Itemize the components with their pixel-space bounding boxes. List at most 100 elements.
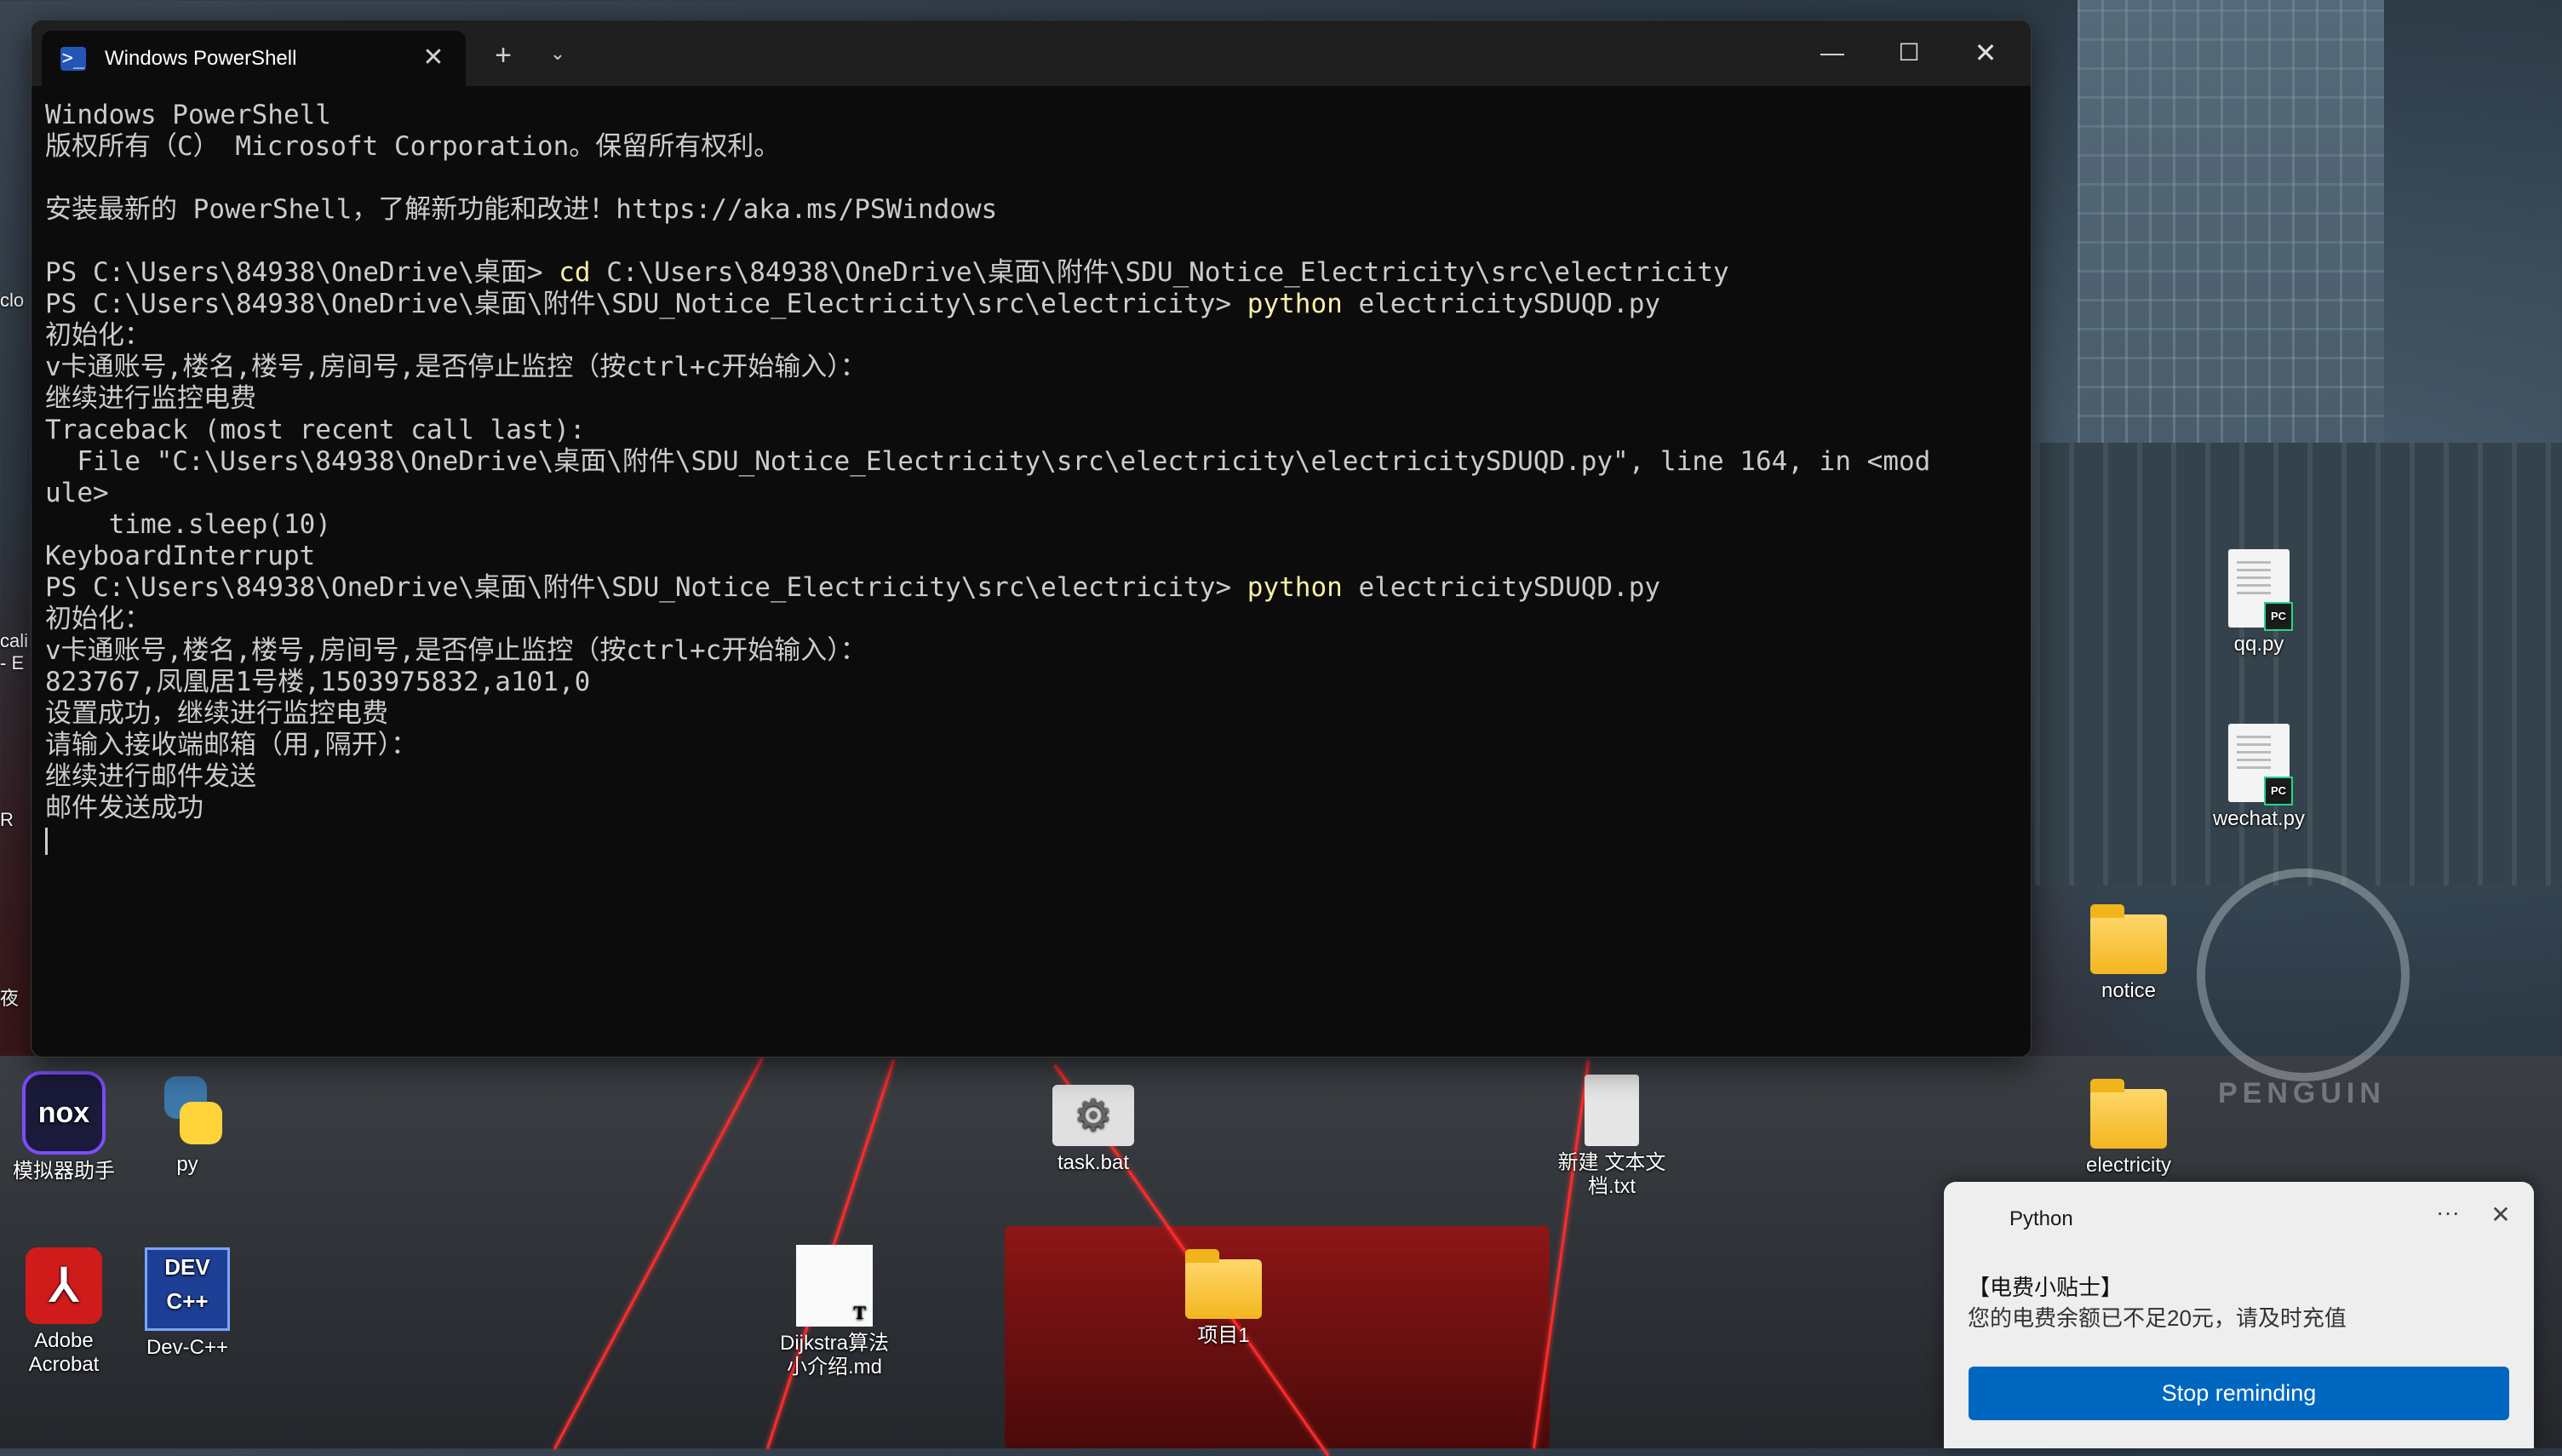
maximize-icon[interactable]: ☐ <box>1883 36 1934 70</box>
icon-label: wechat.py <box>2212 807 2306 830</box>
console-text: File "C:\Users\84938\OneDrive\桌面\附件\SDU_… <box>45 446 1931 477</box>
desktop-icon-notice[interactable]: notice <box>2065 903 2192 1003</box>
title-bar[interactable]: >_ Windows PowerShell ✕ + ⌄ — ☐ ✕ <box>32 20 2031 86</box>
console-text: electricitySDUQD.py <box>1342 289 1661 319</box>
chevron-down-icon[interactable]: ⌄ <box>541 43 575 65</box>
console-line: 设置成功，继续进行监控电费 <box>45 698 2031 730</box>
console-line: KeyboardInterrupt <box>45 541 2031 572</box>
icon-label: py <box>176 1153 198 1176</box>
console-line: 继续进行监控电费 <box>45 383 2031 415</box>
console-text: 继续进行邮件发送 <box>45 761 256 792</box>
text-file-icon <box>1585 1075 1639 1146</box>
icon-label: 新建 文本文 档.txt <box>1557 1151 1666 1198</box>
console-text: 安装最新的 PowerShell，了解新功能和改进！https://aka.ms… <box>45 194 998 225</box>
console-text: ule> <box>45 478 109 508</box>
console-command: python <box>1247 289 1343 319</box>
icon-label: Dijkstra算法 小介绍.md <box>779 1332 889 1379</box>
acrobat-icon: ⅄ <box>26 1247 102 1324</box>
desktop-icon-task-bat[interactable]: ⚙ task.bat <box>1029 1073 1157 1175</box>
python-file-icon: PC <box>2228 549 2293 631</box>
console-text: Windows PowerShell <box>45 100 331 130</box>
console-line: 初始化： <box>45 320 2031 352</box>
python-notification-toast[interactable]: Python ··· ✕ 【电费小贴士】 您的电费余额已不足20元，请及时充值 … <box>1944 1182 2534 1448</box>
desktop-icon-project1[interactable]: 项目1 <box>1160 1247 1287 1348</box>
python-file-icon: PC <box>2228 724 2293 805</box>
console-line: Windows PowerShell <box>45 100 2031 131</box>
console-line: time.sleep(10) <box>45 509 2031 541</box>
desktop-icon-adobe-acrobat[interactable]: ⅄ Adobe Acrobat <box>0 1247 128 1377</box>
close-tab-icon[interactable]: ✕ <box>418 43 449 72</box>
stop-reminding-button[interactable]: Stop reminding <box>1969 1367 2509 1420</box>
console-text: C:\Users\84938\OneDrive\桌面\附件\SDU_Notice… <box>590 257 1729 288</box>
tab-powershell[interactable]: >_ Windows PowerShell ✕ <box>42 31 466 86</box>
folder-icon <box>1185 1249 1262 1319</box>
desktop-icon-electricity[interactable]: electricity <box>2065 1077 2192 1178</box>
desktop-icon-dijkstra-md[interactable]: T Dijkstra算法 小介绍.md <box>771 1245 898 1379</box>
console-line: PS C:\Users\84938\OneDrive\桌面\附件\SDU_Not… <box>45 289 2031 320</box>
tab-title: Windows PowerShell <box>105 46 297 70</box>
console-text: Traceback (most recent call last): <box>45 415 586 445</box>
new-tab-plus-icon[interactable]: + <box>486 39 520 72</box>
text-cursor <box>45 827 48 855</box>
toast-title: 【电费小贴士】 <box>1968 1275 2124 1300</box>
console-line: PS C:\Users\84938\OneDrive\桌面> cd C:\Use… <box>45 257 2031 289</box>
desktop-icon-py[interactable]: py <box>123 1071 251 1177</box>
folder-icon <box>2090 904 2167 974</box>
wallpaper-penguin-text: PENGUIN <box>2218 1077 2386 1109</box>
wallpaper-laser <box>553 1057 764 1450</box>
console-line: 823767,凤凰居1号楼,1503975832,a101,0 <box>45 667 2031 698</box>
wallpaper-penguin-logo <box>2197 868 2410 1081</box>
console-line: 安装最新的 PowerShell，了解新功能和改进！https://aka.ms… <box>45 194 2031 226</box>
powershell-window[interactable]: >_ Windows PowerShell ✕ + ⌄ — ☐ ✕ Window… <box>31 20 2032 1058</box>
console-text: v卡通账号,楼名,楼号,房间号,是否停止监控（按ctrl+c开始输入）： <box>45 635 867 666</box>
console-text: time.sleep(10) <box>45 509 331 540</box>
icon-label: qq.py <box>2233 633 2284 656</box>
console-line: ule> <box>45 478 2031 509</box>
devcpp-icon: DEV C++ <box>145 1247 230 1331</box>
console-line: PS C:\Users\84938\OneDrive\桌面\附件\SDU_Not… <box>45 572 2031 604</box>
icon-label: 模拟器助手 <box>13 1160 115 1183</box>
edge-icon-label[interactable]: 夜 <box>0 983 19 1011</box>
more-options-icon[interactable]: ··· <box>2431 1199 2465 1226</box>
console-line: 邮件发送成功 <box>45 793 2031 824</box>
desktop-icon-devcpp[interactable]: DEV C++ Dev-C++ <box>123 1247 251 1360</box>
icon-label: notice <box>2101 979 2157 1002</box>
icon-label: task.bat <box>1057 1151 1130 1174</box>
desktop-icon-qq-py[interactable]: PC qq.py <box>2195 549 2323 656</box>
folder-icon <box>2090 1079 2167 1149</box>
console-output[interactable]: Windows PowerShell 版权所有（C） Microsoft Corp… <box>32 86 2031 856</box>
minimize-icon[interactable]: — <box>1807 36 1858 70</box>
icon-label: Dev-C++ <box>146 1336 229 1359</box>
console-text: 版权所有（C） Microsoft Corporation。保留所有权利。 <box>45 131 781 162</box>
console-line: v卡通账号,楼名,楼号,房间号,是否停止监控（按ctrl+c开始输入）： <box>45 635 2031 667</box>
console-text: 请输入接收端邮箱（用,隔开）： <box>45 730 418 760</box>
console-text: 初始化： <box>45 604 151 634</box>
toast-app-name: Python <box>2009 1207 2073 1230</box>
console-text: 初始化： <box>45 320 151 351</box>
edge-icon-label[interactable]: R <box>0 809 14 831</box>
desktop-icon-wechat-py[interactable]: PC wechat.py <box>2195 724 2323 831</box>
desktop-icon-new-txt[interactable]: 新建 文本文 档.txt <box>1548 1075 1676 1199</box>
console-text: 823767,凤凰居1号楼,1503975832,a101,0 <box>45 667 591 697</box>
nox-emulator-icon: nox <box>22 1071 106 1155</box>
markdown-file-icon: T <box>796 1245 873 1327</box>
console-command: python <box>1247 572 1343 603</box>
edge-icon-label[interactable]: cali - E <box>0 630 28 674</box>
console-line: File "C:\Users\84938\OneDrive\桌面\附件\SDU_… <box>45 446 2031 478</box>
console-line: 请输入接收端邮箱（用,隔开）： <box>45 730 2031 761</box>
console-line: 版权所有（C） Microsoft Corporation。保留所有权利。 <box>45 131 2031 163</box>
powershell-icon: >_ <box>60 46 86 71</box>
console-line: Traceback (most recent call last): <box>45 415 2031 446</box>
desktop-icon-nox[interactable]: nox 模拟器助手 <box>0 1071 128 1184</box>
console-line: v卡通账号,楼名,楼号,房间号,是否停止监控（按ctrl+c开始输入）： <box>45 352 2031 383</box>
toast-body: 您的电费余额已不足20元，请及时充值 <box>1968 1305 2347 1331</box>
close-icon[interactable]: ✕ <box>2484 1201 2518 1229</box>
edge-icon-label[interactable]: clo <box>0 289 24 312</box>
python-icon <box>149 1071 226 1148</box>
console-text: 设置成功，继续进行监控电费 <box>45 698 388 729</box>
console-text: PS C:\Users\84938\OneDrive\桌面> <box>45 257 559 288</box>
close-window-icon[interactable]: ✕ <box>1960 36 2011 70</box>
console-line: 继续进行邮件发送 <box>45 761 2031 793</box>
